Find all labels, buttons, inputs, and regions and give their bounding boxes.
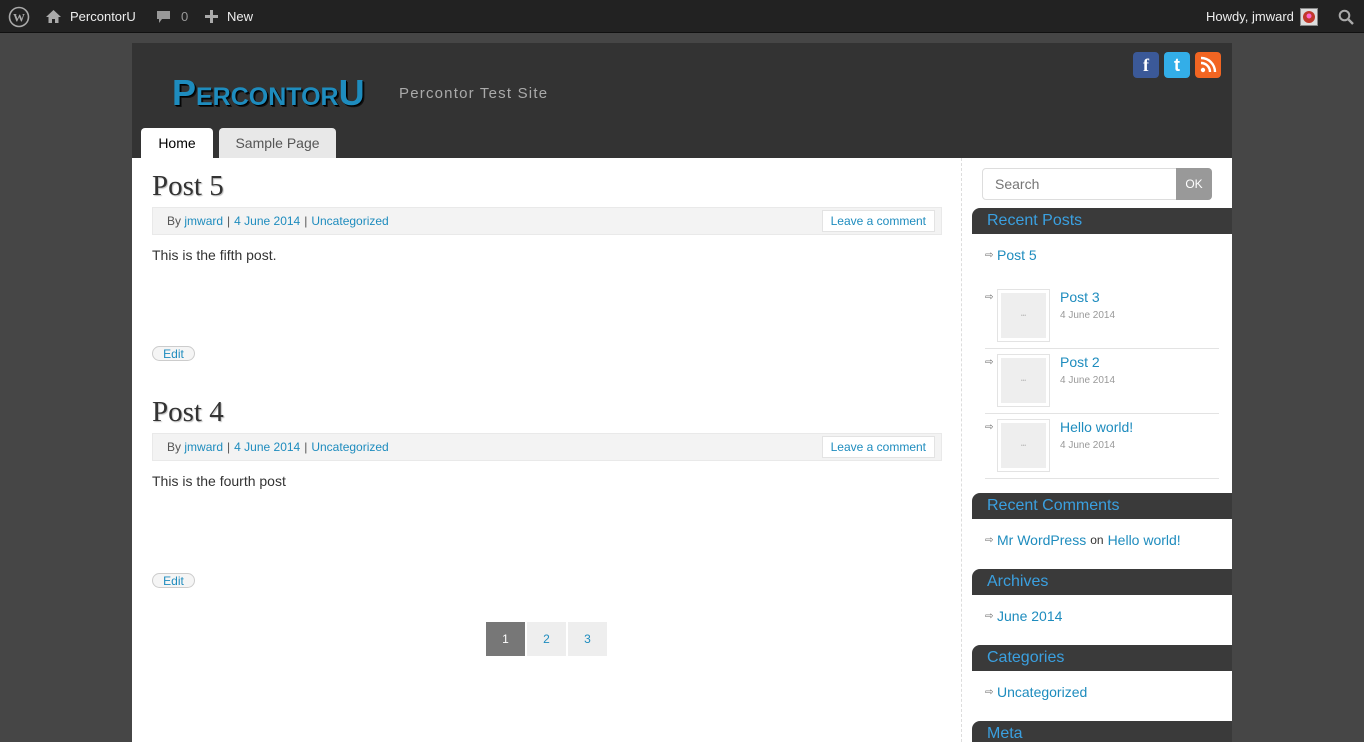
post-meta: By jmward | 4 June 2014 | Uncategorized Leav… <box>152 207 942 235</box>
on-label: on <box>1090 533 1104 547</box>
pagination-page-1[interactable]: 1 <box>486 622 525 656</box>
wordpress-logo-icon[interactable]: W <box>8 0 30 33</box>
meta-title: Meta <box>972 721 1232 742</box>
site-name-label: PercontorU <box>70 9 136 24</box>
post-thumbnail[interactable]: ••• <box>997 419 1050 472</box>
category-link[interactable]: Uncategorized <box>311 214 388 228</box>
author-link[interactable]: jmward <box>184 440 223 454</box>
arrow-icon: ⇨ <box>985 357 994 368</box>
edit-button[interactable]: Edit <box>152 573 195 588</box>
leave-comment-link[interactable]: Leave a comment <box>821 436 935 458</box>
comment-post-link[interactable]: Hello world! <box>1108 532 1181 548</box>
post-title[interactable]: Post 5 <box>152 170 224 203</box>
recent-post-link[interactable]: Post 3 <box>1060 289 1100 305</box>
archive-item: ⇨ June 2014 <box>985 608 1062 624</box>
post-thumbnail[interactable]: ••• <box>997 289 1050 342</box>
rss-icon[interactable] <box>1195 52 1221 78</box>
post-content: This is the fifth post. <box>152 247 277 263</box>
recent-post-date: 4 June 2014 <box>1060 375 1116 386</box>
search-icon[interactable] <box>1338 0 1354 33</box>
facebook-icon[interactable]: f <box>1133 52 1159 78</box>
admin-bar: W PercontorU 0 New Howdy, jmward <box>0 0 1364 33</box>
new-content-link[interactable]: New <box>205 0 253 33</box>
category-link[interactable]: Uncategorized <box>311 440 388 454</box>
recent-post-item: ⇨ ••• Post 2 4 June 2014 <box>985 354 1219 414</box>
date-link[interactable]: 4 June 2014 <box>234 214 300 228</box>
author-link[interactable]: jmward <box>184 214 223 228</box>
post-content: This is the fourth post <box>152 473 286 489</box>
edit-button[interactable]: Edit <box>152 346 195 361</box>
site-header: PercontorU Percontor Test Site f t Home … <box>132 43 1232 158</box>
comments-link[interactable]: 0 <box>156 0 188 33</box>
home-icon <box>45 9 62 24</box>
categories-title: Categories <box>972 645 1232 671</box>
tab-sample-page[interactable]: Sample Page <box>219 128 336 158</box>
arrow-icon: ⇨ <box>985 249 994 261</box>
comment-bubble-icon <box>156 10 171 24</box>
comments-count: 0 <box>181 9 189 24</box>
site-tagline: Percontor Test Site <box>399 85 549 102</box>
recent-post-link[interactable]: Post 5 <box>997 247 1037 263</box>
recent-post-date: 4 June 2014 <box>1060 310 1116 321</box>
new-label: New <box>227 9 254 24</box>
post-meta: By jmward | 4 June 2014 | Uncategorized Leav… <box>152 433 942 461</box>
site-title[interactable]: PercontorU <box>172 72 365 114</box>
pagination-page-2[interactable]: 2 <box>527 622 566 656</box>
by-label: By <box>167 214 182 228</box>
by-label: By <box>167 440 182 454</box>
search-submit-button[interactable]: OK <box>1176 168 1212 200</box>
date-link[interactable]: 4 June 2014 <box>234 440 300 454</box>
category-link[interactable]: Uncategorized <box>997 684 1087 700</box>
archives-title: Archives <box>972 569 1232 595</box>
recent-comments-title: Recent Comments <box>972 493 1232 519</box>
recent-post-item: ⇨ Post 5 <box>985 247 1037 263</box>
comment-author-link[interactable]: Mr WordPress <box>997 532 1086 548</box>
site-name-link[interactable]: PercontorU <box>45 0 136 33</box>
post-title[interactable]: Post 4 <box>152 396 224 429</box>
arrow-icon: ⇨ <box>985 534 994 546</box>
pagination-page-3[interactable]: 3 <box>568 622 607 656</box>
leave-comment-link[interactable]: Leave a comment <box>821 210 935 232</box>
howdy-label: Howdy, jmward <box>1206 9 1294 24</box>
avatar <box>1299 7 1318 26</box>
recent-post-link[interactable]: Hello world! <box>1060 419 1133 435</box>
tab-home[interactable]: Home <box>141 128 213 158</box>
recent-posts-title: Recent Posts <box>972 208 1232 234</box>
recent-post-item: ⇨ ••• Hello world! 4 June 2014 <box>985 419 1219 479</box>
recent-post-link[interactable]: Post 2 <box>1060 354 1100 370</box>
arrow-icon: ⇨ <box>985 610 994 622</box>
my-account-link[interactable]: Howdy, jmward <box>1206 0 1318 33</box>
archive-link[interactable]: June 2014 <box>997 608 1062 624</box>
category-item: ⇨ Uncategorized <box>985 684 1087 700</box>
arrow-icon: ⇨ <box>985 422 994 433</box>
recent-comment-item: ⇨ Mr WordPress on Hello world! <box>985 532 1181 548</box>
plus-icon <box>205 10 218 23</box>
site-wrapper: PercontorU Percontor Test Site f t Home … <box>132 43 1232 742</box>
arrow-icon: ⇨ <box>985 292 994 303</box>
post-thumbnail[interactable]: ••• <box>997 354 1050 407</box>
arrow-icon: ⇨ <box>985 686 994 698</box>
recent-post-item: ⇨ ••• Post 3 4 June 2014 <box>985 289 1219 349</box>
search-input[interactable] <box>983 169 1177 199</box>
svg-text:W: W <box>13 10 25 24</box>
twitter-icon[interactable]: t <box>1164 52 1190 78</box>
sidebar-divider <box>961 158 962 742</box>
search-form: OK <box>982 168 1212 200</box>
recent-post-date: 4 June 2014 <box>1060 440 1116 451</box>
